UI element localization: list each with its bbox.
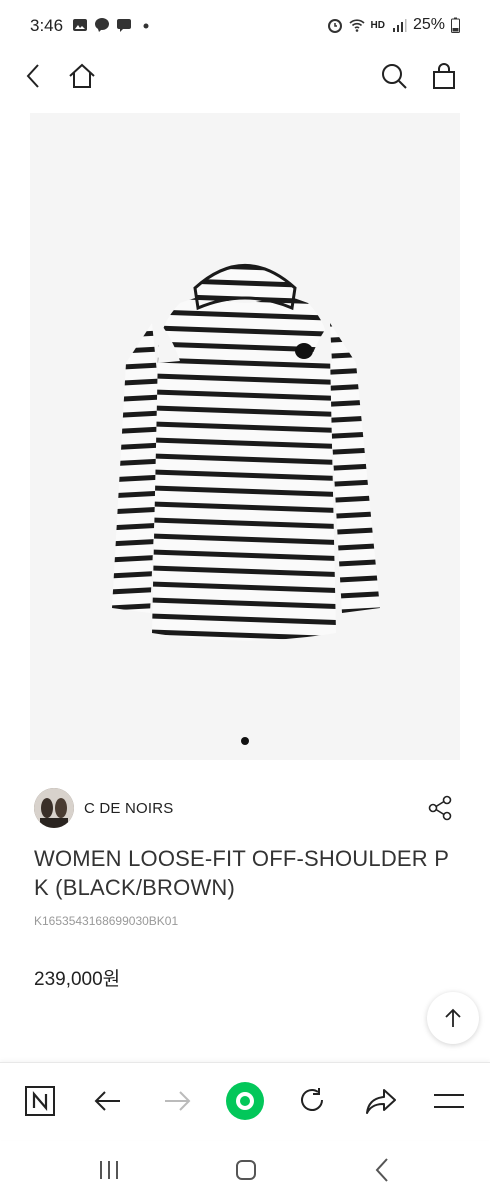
message-icon (117, 19, 131, 32)
brand-avatar[interactable] (34, 788, 74, 828)
menu-icon (434, 1094, 464, 1108)
browser-toolbar (0, 1062, 490, 1140)
battery-icon (451, 17, 460, 33)
brand-row: C DE NOIRS (34, 788, 456, 830)
recent-apps-button[interactable] (89, 1154, 129, 1186)
network-label: HD (370, 19, 385, 31)
arrow-up-icon (445, 1008, 461, 1027)
system-nav-bar (0, 1140, 490, 1200)
app-header (0, 52, 490, 100)
status-time: 3:46 (30, 16, 64, 35)
recent-apps-icon (100, 1161, 118, 1179)
product-title: WOMEN LOOSE-FIT OFF-SHOULDER PK (BLACK/B… (34, 846, 450, 900)
search-button[interactable] (374, 56, 414, 96)
status-bar: 3:46 HD 25% (0, 0, 490, 52)
battery-percent: 25% (412, 16, 445, 33)
carousel-indicator-dot[interactable] (241, 737, 249, 745)
system-back-button[interactable] (363, 1154, 403, 1186)
brand-name[interactable]: C DE NOIRS (84, 800, 174, 817)
product-code: K1653543168699030BK01 (34, 914, 179, 928)
gallery-icon (73, 19, 87, 31)
browser-share-button[interactable] (361, 1081, 401, 1121)
green-dot-button[interactable] (225, 1081, 265, 1121)
browser-menu-button[interactable] (429, 1081, 469, 1121)
browser-back-button[interactable] (88, 1081, 128, 1121)
talk-icon (95, 18, 109, 32)
share-arrow-icon (366, 1089, 396, 1114)
system-home-button[interactable] (226, 1154, 266, 1186)
product-price: 239,000원 (34, 969, 121, 990)
green-dot-icon (226, 1082, 264, 1120)
wifi-icon (348, 19, 365, 32)
home-square-icon (236, 1160, 256, 1180)
status-right-icons: HD 25% (327, 16, 460, 34)
signal-icon (392, 19, 407, 32)
share-icon (428, 795, 452, 821)
naver-icon (25, 1086, 55, 1116)
notification-icons (72, 17, 154, 33)
back-arrow-icon (94, 1091, 120, 1111)
brand-logo-image (34, 788, 74, 828)
home-icon (69, 63, 95, 88)
more-dot-icon (143, 23, 149, 29)
share-button[interactable] (424, 792, 456, 824)
naver-button[interactable] (20, 1081, 60, 1121)
scroll-top-button[interactable] (427, 992, 479, 1044)
product-image[interactable] (30, 113, 460, 760)
shopping-bag-icon (433, 63, 455, 89)
refresh-button[interactable] (292, 1081, 332, 1121)
back-button[interactable] (14, 56, 54, 96)
striped-sweater-image (112, 264, 380, 641)
search-icon (382, 64, 407, 89)
forward-arrow-icon (165, 1091, 191, 1111)
home-button[interactable] (62, 56, 102, 96)
browser-forward-button[interactable] (157, 1081, 197, 1121)
chevron-left-icon (26, 64, 39, 88)
alarm-icon (327, 19, 342, 33)
cart-button[interactable] (424, 56, 464, 96)
back-icon (375, 1158, 388, 1182)
refresh-icon (301, 1088, 323, 1111)
